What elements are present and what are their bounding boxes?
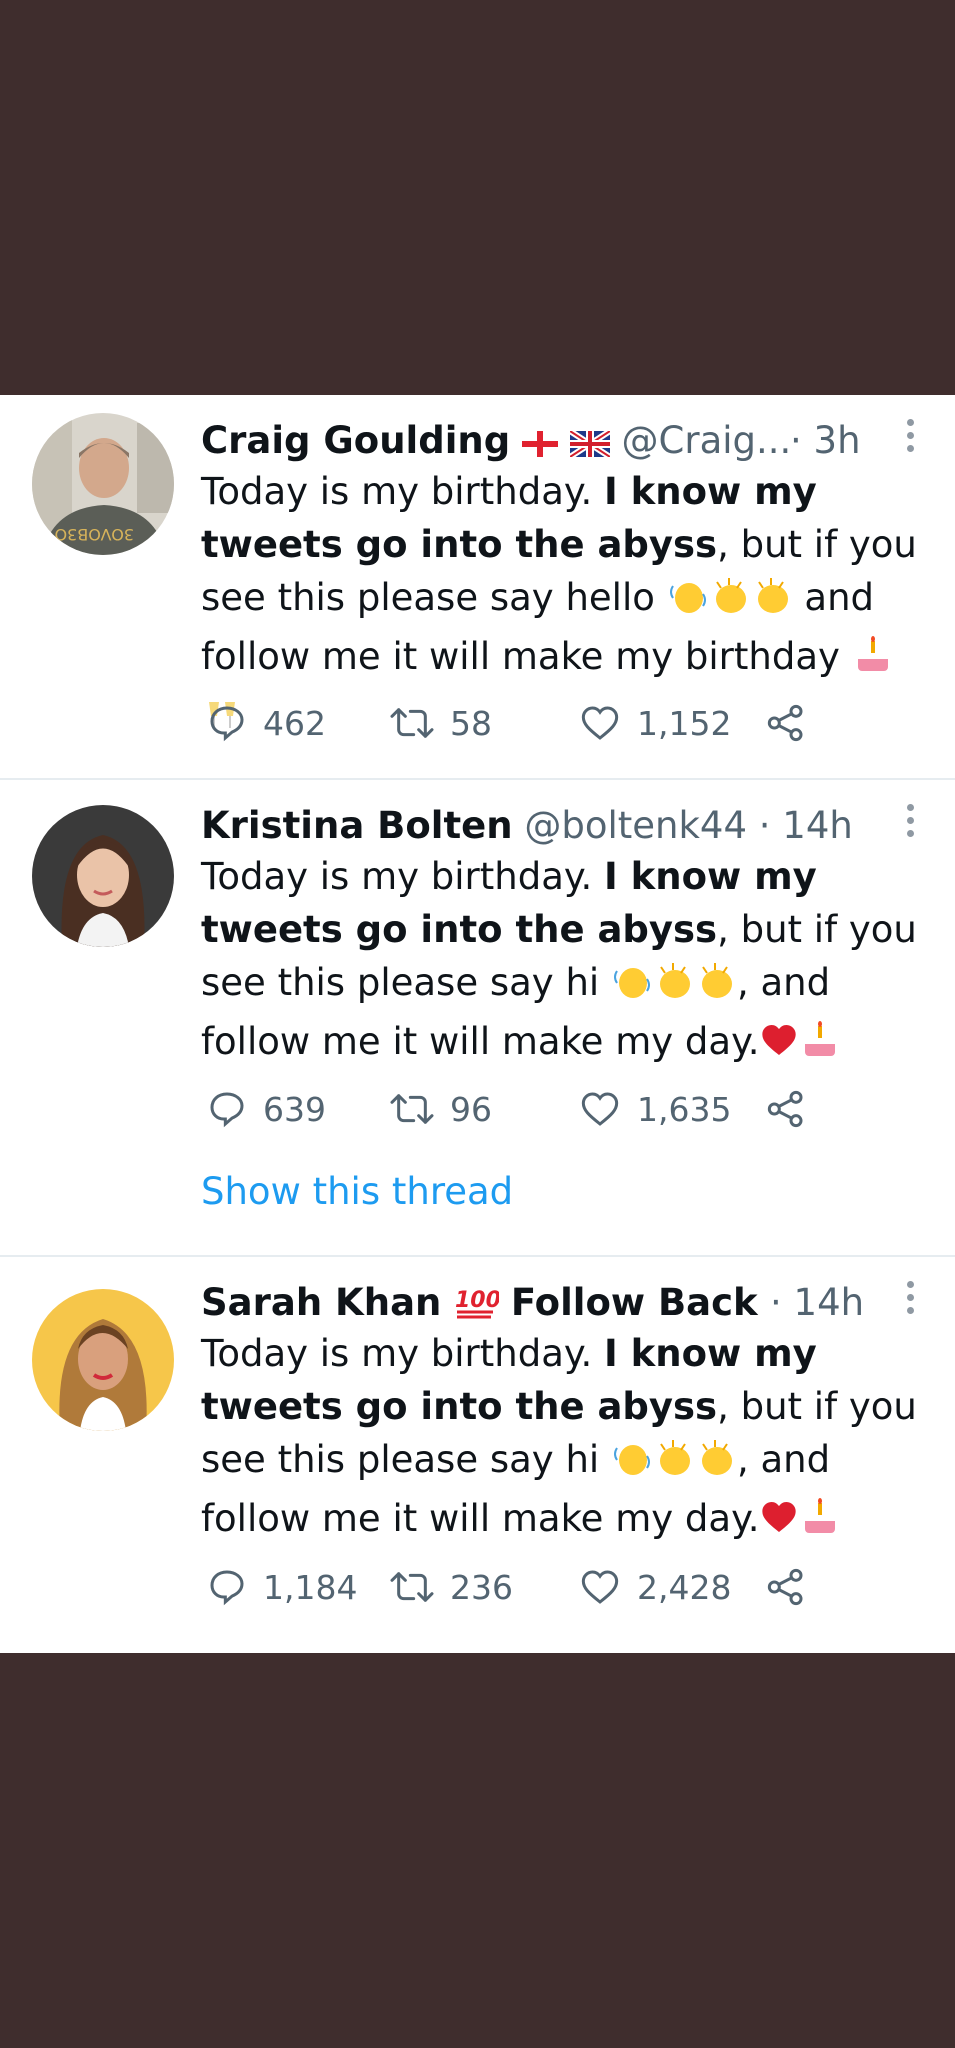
tweet-card[interactable]: Kristina Bolten @boltenk44 · 14h Today i… [0,780,955,1250]
display-name[interactable]: Craig Goulding [201,419,510,462]
tweet-actions: 1,184 236 2,428 [207,1561,827,1613]
share-icon [765,1089,807,1129]
tweet-header: Kristina Bolten @boltenk44 · 14h [201,800,935,852]
avatar[interactable]: 3OVOB3O [32,413,174,555]
reply-icon [207,1567,247,1607]
retweet-button[interactable]: 58 [390,697,492,749]
waving-hand-emoji-icon [667,576,709,630]
share-icon [765,703,807,743]
clapping-hands-emoji-icon [653,961,695,1015]
clapping-hands-emoji-icon [653,1438,695,1492]
tweet-text: Today is my birthday. I know my tweets g… [201,1327,921,1551]
retweet-icon [390,703,434,743]
like-icon [579,1567,621,1607]
more-options-icon[interactable] [907,419,919,452]
svg-text:100: 100 [455,1288,499,1313]
tweet-text-part: Today is my birthday. [201,470,605,513]
timestamp[interactable]: · 14h [770,1277,864,1329]
share-button[interactable] [765,697,807,749]
clapping-hands-emoji-icon [695,1438,737,1492]
like-button[interactable]: 1,152 [579,697,731,749]
username[interactable]: @boltenk44 [524,804,747,847]
share-button[interactable] [765,1561,807,1613]
reply-icon [207,703,247,743]
tweet-list: 3OVOB3O Craig Goulding @Craig... · 3h To… [0,395,955,1653]
avatar[interactable] [32,805,174,947]
username[interactable]: @Craig... [622,419,792,462]
display-name-suffix: Follow Back [510,1281,758,1324]
reply-button[interactable]: 462 [207,697,326,749]
like-count: 2,428 [637,1567,732,1607]
share-icon [765,1567,807,1607]
tweet-text-part: Today is my birthday. [201,1332,605,1375]
retweet-button[interactable]: 236 [390,1561,513,1613]
top-background [0,0,955,395]
waving-hand-emoji-icon [611,1438,653,1492]
retweet-count: 236 [450,1567,513,1607]
reply-button[interactable]: 639 [207,1083,326,1135]
like-button[interactable]: 2,428 [579,1561,731,1613]
england-flag-icon [522,419,558,471]
retweet-icon [390,1089,434,1129]
clapping-hands-emoji-icon [695,961,737,1015]
tweet-text-part: Today is my birthday. [201,855,605,898]
like-count: 1,152 [637,703,732,743]
reply-button[interactable]: 1,184 [207,1561,357,1613]
reply-count: 639 [263,1089,326,1129]
more-options-icon[interactable] [907,1281,919,1314]
svg-text:3OVOB3O: 3OVOB3O [55,525,135,544]
clapping-hands-emoji-icon [751,576,793,630]
birthday-cake-emoji-icon [852,635,894,689]
share-button[interactable] [765,1083,807,1135]
retweet-count: 96 [450,1089,492,1129]
avatar[interactable] [32,1289,174,1431]
red-heart-emoji-icon [759,1497,799,1551]
birthday-cake-emoji-icon [799,1020,841,1074]
retweet-icon [390,1567,434,1607]
show-thread-link[interactable]: Show this thread [201,1170,513,1213]
waving-hand-emoji-icon [611,961,653,1015]
timestamp[interactable]: · 14h [759,804,853,847]
display-name[interactable]: Sarah Khan [201,1281,441,1324]
tweet-actions: 462 58 1,152 [207,697,827,749]
like-icon [579,1089,621,1129]
retweet-button[interactable]: 96 [390,1083,492,1135]
like-count: 1,635 [637,1089,732,1129]
tweet-card[interactable]: Sarah Khan 100 Follow Back · 14h Today i… [0,1257,955,1653]
reply-count: 1,184 [263,1567,358,1607]
tweet-card[interactable]: 3OVOB3O Craig Goulding @Craig... · 3h To… [0,395,955,778]
clapping-hands-emoji-icon [709,576,751,630]
birthday-cake-emoji-icon [799,1497,841,1551]
like-icon [579,703,621,743]
more-options-icon[interactable] [907,804,919,837]
display-name[interactable]: Kristina Bolten [201,804,513,847]
tweet-actions: 639 96 1,635 [207,1083,827,1135]
uk-flag-icon [568,419,612,471]
retweet-count: 58 [450,703,492,743]
red-heart-emoji-icon [759,1020,799,1074]
timestamp[interactable]: · 3h [790,415,861,467]
tweet-text: Today is my birthday. I know my tweets g… [201,850,921,1074]
like-button[interactable]: 1,635 [579,1083,731,1135]
reply-icon [207,1089,247,1129]
reply-count: 462 [263,703,326,743]
